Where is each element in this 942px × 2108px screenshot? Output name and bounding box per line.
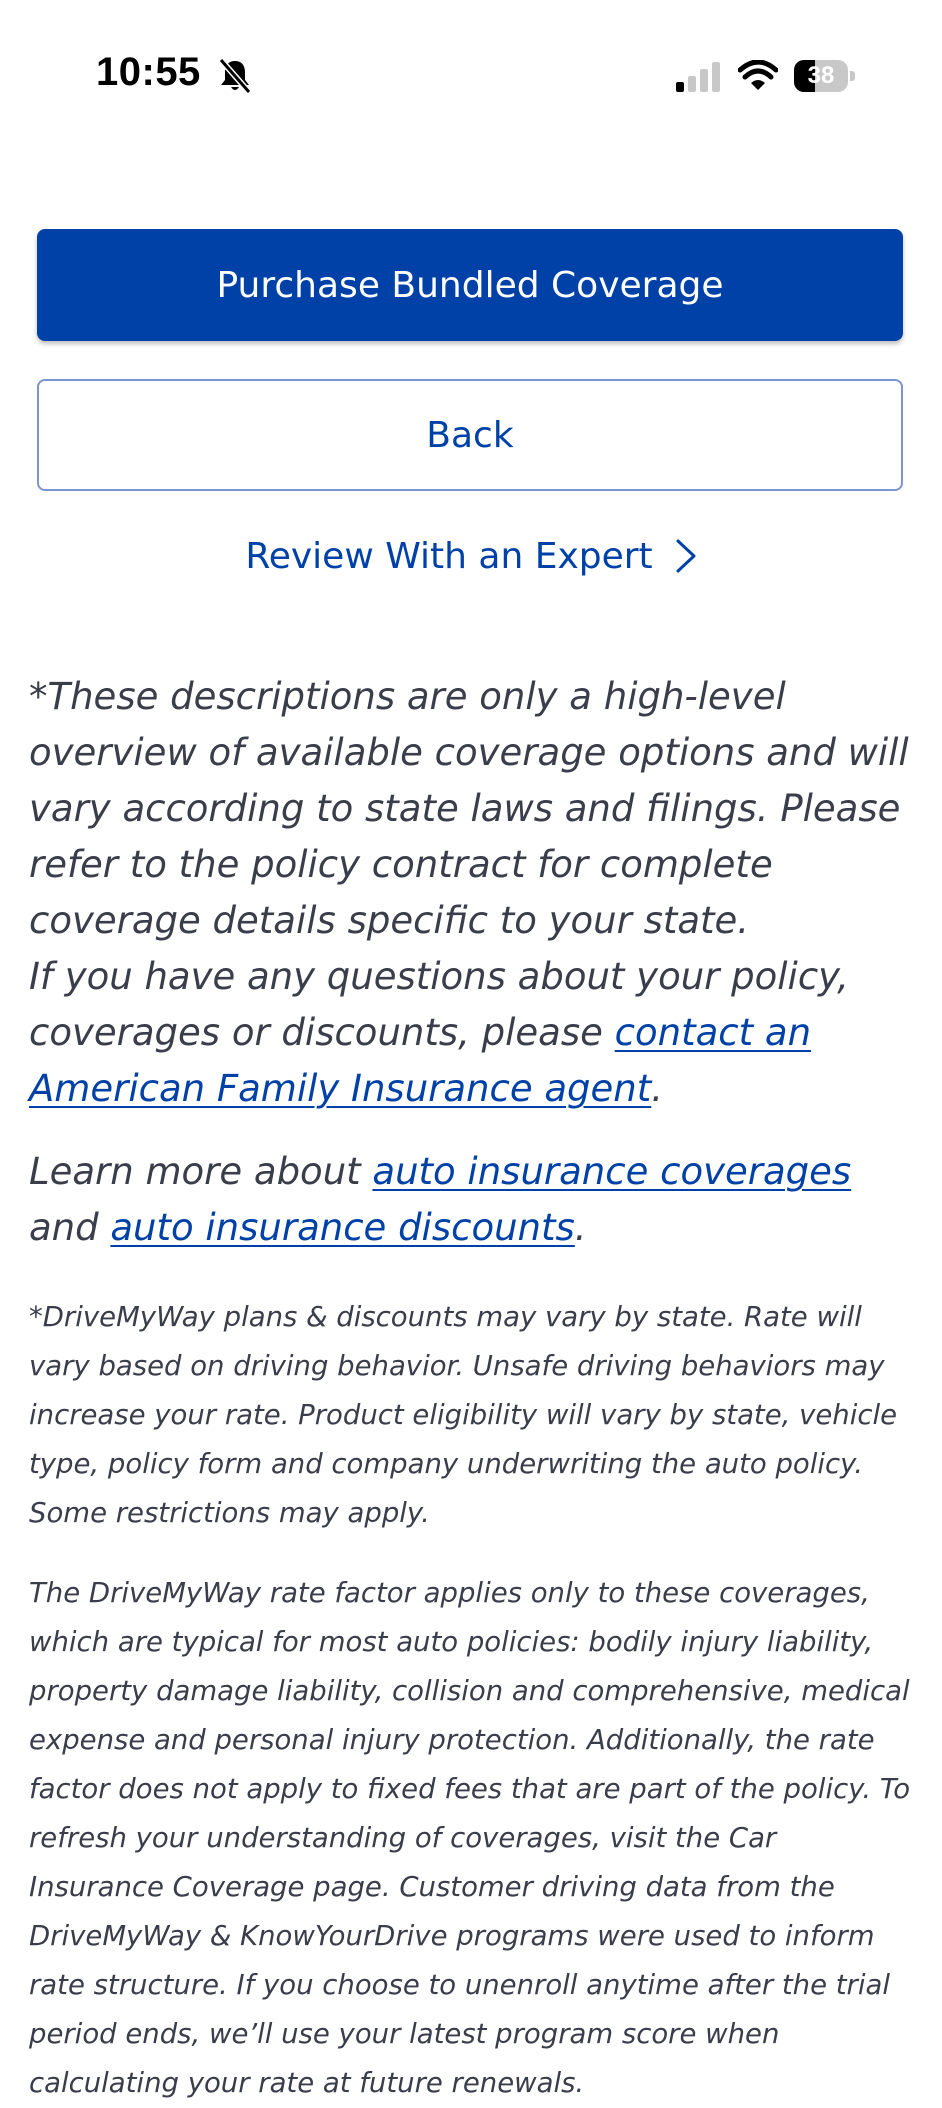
status-bar: 10:55 38 (0, 0, 942, 120)
learn-suffix-text: . (574, 1206, 587, 1249)
status-time: 10:55 (96, 50, 201, 94)
chevron-right-icon (676, 539, 696, 573)
coverage-disclaimer: *These descriptions are only a high-leve… (29, 669, 919, 1117)
battery-icon: 38 (794, 60, 856, 92)
questions-suffix-text: . (651, 1067, 663, 1110)
learn-and-text: and (29, 1206, 111, 1249)
auto-insurance-discounts-link[interactable]: auto insurance discounts (110, 1206, 574, 1249)
signal-icon (676, 62, 720, 92)
back-button[interactable]: Back (37, 379, 903, 491)
battery-percent: 38 (807, 62, 835, 89)
learn-more-text: Learn more about auto insurance coverage… (29, 1144, 919, 1256)
review-with-expert-label: Review With an Expert (245, 535, 653, 577)
purchase-bundled-coverage-button[interactable]: Purchase Bundled Coverage (37, 229, 903, 341)
review-with-expert-link[interactable]: Review With an Expert (0, 526, 942, 586)
learn-prefix-text: Learn more about (29, 1150, 373, 1193)
auto-insurance-coverages-link[interactable]: auto insurance coverages (372, 1150, 851, 1193)
wifi-icon (738, 60, 778, 90)
bell-off-icon (218, 58, 252, 94)
rate-factor-fine-print: The DriveMyWay rate factor applies only … (29, 1577, 911, 2099)
coverage-overview-text: *These descriptions are only a high-leve… (29, 675, 909, 942)
drivemyway-fine-print: *DriveMyWay plans & discounts may vary b… (29, 1301, 898, 1529)
